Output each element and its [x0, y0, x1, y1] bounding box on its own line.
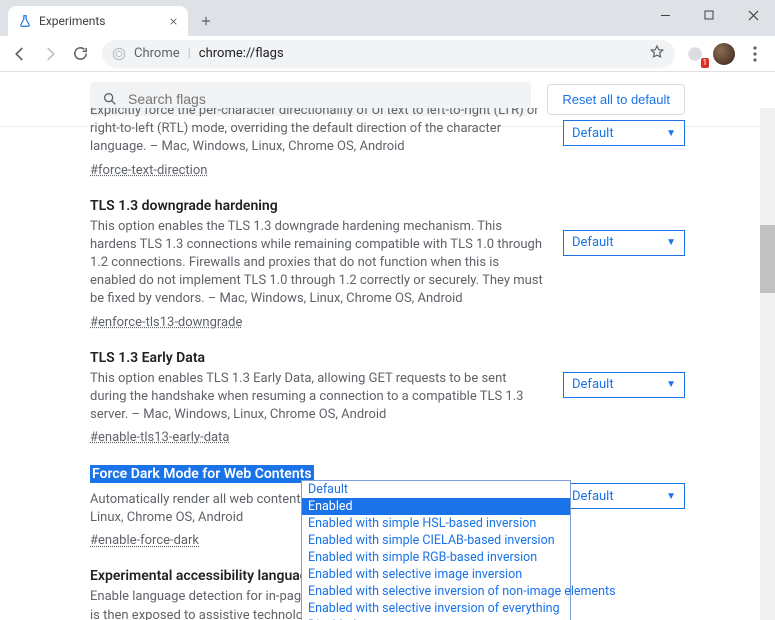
- flag-item: Explicitly force the per-character direc…: [90, 108, 685, 184]
- flask-icon: [18, 14, 32, 28]
- flag-description: This option enables the TLS 1.3 downgrad…: [90, 218, 543, 309]
- dropdown-option[interactable]: Enabled with simple CIELAB-based inversi…: [302, 532, 570, 549]
- omnibox-separator: |: [188, 46, 191, 61]
- extension-badge: 1: [701, 58, 710, 68]
- close-tab-icon[interactable]: [166, 14, 180, 28]
- reload-button[interactable]: [66, 40, 94, 68]
- maximize-button[interactable]: [687, 0, 731, 30]
- omnibox-url: chrome://flags: [199, 46, 284, 61]
- flag-dropdown-value: Default: [572, 126, 614, 141]
- search-icon: [102, 91, 118, 107]
- flag-title: Force Dark Mode for Web Contents: [90, 465, 314, 483]
- new-tab-button[interactable]: [192, 7, 220, 35]
- search-flags-input[interactable]: [128, 91, 519, 107]
- bookmark-star-icon[interactable]: [649, 44, 665, 64]
- flag-item: TLS 1.3 Early Data This option enables T…: [90, 336, 685, 452]
- flag-dropdown[interactable]: Default ▼: [563, 230, 685, 256]
- flag-anchor-link[interactable]: #enforce-tls13-downgrade: [90, 315, 242, 330]
- flag-dropdown[interactable]: Default ▼: [563, 483, 685, 509]
- omnibox-prefix: Chrome: [134, 46, 180, 61]
- address-bar[interactable]: Chrome | chrome://flags: [102, 40, 675, 68]
- dropdown-option[interactable]: Enabled with simple RGB-based inversion: [302, 549, 570, 566]
- browser-tab[interactable]: Experiments: [8, 6, 188, 36]
- flags-content: Explicitly force the per-character direc…: [0, 108, 775, 620]
- flag-item: TLS 1.3 downgrade hardening This option …: [90, 184, 685, 336]
- flag-dropdown[interactable]: Default ▼: [563, 372, 685, 398]
- back-button[interactable]: [6, 40, 34, 68]
- flag-dropdown-value: Default: [572, 377, 614, 392]
- dropdown-option[interactable]: Enabled with selective inversion of ever…: [302, 600, 570, 617]
- dropdown-option[interactable]: Enabled with selective inversion of non-…: [302, 583, 570, 600]
- minimize-button[interactable]: [643, 0, 687, 30]
- caret-down-icon: ▼: [666, 237, 676, 248]
- flag-dropdown-open[interactable]: Default Enabled Enabled with simple HSL-…: [301, 480, 571, 620]
- browser-toolbar: Chrome | chrome://flags 1: [0, 36, 775, 72]
- caret-down-icon: ▼: [666, 491, 676, 502]
- flag-description: Explicitly force the per-character direc…: [90, 108, 543, 157]
- caret-down-icon: ▼: [666, 379, 676, 390]
- flag-dropdown-value: Default: [572, 235, 614, 250]
- flag-dropdown-value: Default: [572, 489, 614, 504]
- flag-title: TLS 1.3 Early Data: [90, 350, 543, 366]
- dropdown-option[interactable]: Enabled with simple HSL-based inversion: [302, 515, 570, 532]
- extension-icon[interactable]: 1: [683, 42, 707, 66]
- flag-anchor-link[interactable]: #force-text-direction: [90, 163, 207, 178]
- flag-title: TLS 1.3 downgrade hardening: [90, 198, 543, 214]
- flag-anchor-link[interactable]: #enable-force-dark: [90, 533, 199, 548]
- window-titlebar: Experiments: [0, 0, 775, 36]
- flag-dropdown[interactable]: Default ▼: [563, 120, 685, 146]
- chrome-icon: [112, 47, 126, 61]
- caret-down-icon: ▼: [666, 128, 676, 139]
- flag-anchor-link[interactable]: #enable-tls13-early-data: [90, 430, 229, 445]
- dropdown-option[interactable]: Default: [302, 481, 570, 498]
- window-close-button[interactable]: [731, 0, 775, 30]
- profile-avatar[interactable]: [713, 43, 735, 65]
- tab-title: Experiments: [39, 14, 159, 28]
- window-controls: [643, 0, 775, 30]
- forward-button[interactable]: [36, 40, 64, 68]
- dropdown-option[interactable]: Enabled: [302, 498, 570, 515]
- dropdown-option[interactable]: Enabled with selective image inversion: [302, 566, 570, 583]
- menu-button[interactable]: [741, 46, 769, 62]
- flag-description: This option enables TLS 1.3 Early Data, …: [90, 370, 543, 425]
